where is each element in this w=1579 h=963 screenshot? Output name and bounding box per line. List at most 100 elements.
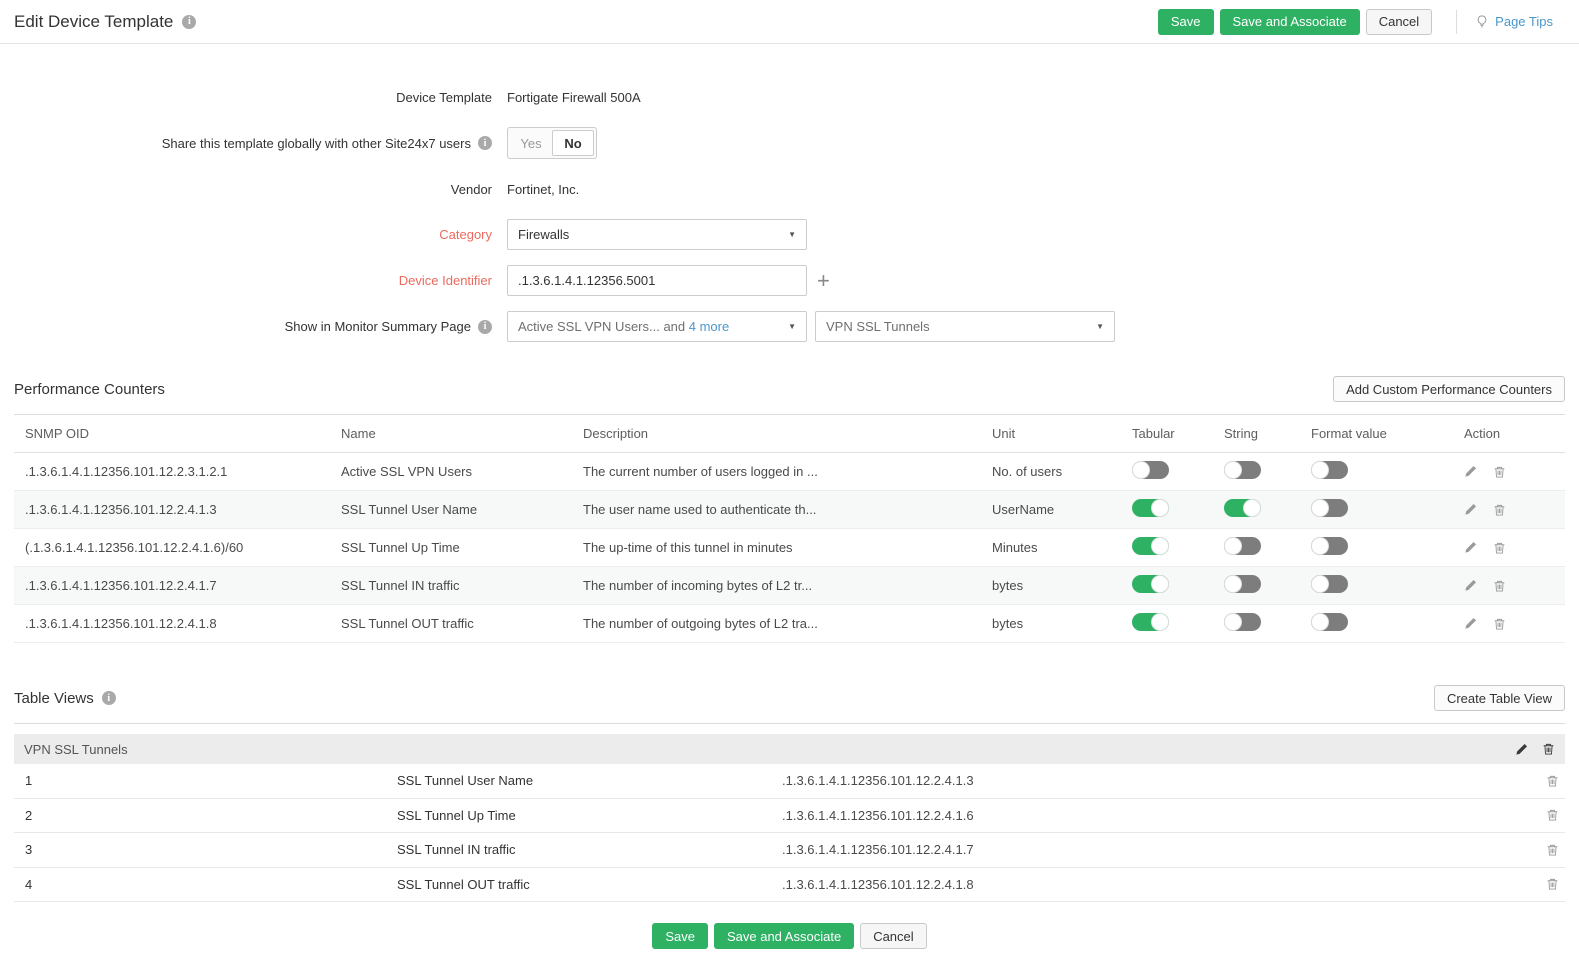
tabular-toggle[interactable] — [1132, 613, 1169, 631]
chevron-down-icon: ▼ — [1096, 322, 1104, 331]
chevron-down-icon: ▼ — [788, 322, 796, 331]
order-cell: 3 — [14, 842, 397, 857]
summary-counters-select[interactable]: Active SSL VPN Users... and 4 more ▼ — [507, 311, 807, 342]
counter-name-cell: SSL Tunnel IN traffic — [397, 842, 782, 857]
delete-icon[interactable] — [1546, 774, 1559, 788]
string-toggle[interactable] — [1224, 575, 1261, 593]
table-view-group-name: VPN SSL Tunnels — [24, 742, 128, 757]
name-cell: SSL Tunnel IN traffic — [341, 578, 583, 593]
vendor-value: Fortinet, Inc. — [507, 182, 579, 197]
delete-table-view-icon[interactable] — [1542, 742, 1555, 756]
share-template-label: Share this template globally with other … — [162, 136, 471, 151]
page-tips-link[interactable]: Page Tips — [1475, 14, 1553, 29]
delete-icon[interactable] — [1546, 843, 1559, 857]
format-value-toggle[interactable] — [1311, 461, 1348, 479]
format-value-toggle[interactable] — [1311, 499, 1348, 517]
delete-icon[interactable] — [1493, 541, 1506, 555]
delete-icon[interactable] — [1493, 579, 1506, 593]
save-button[interactable]: Save — [1158, 9, 1214, 35]
delete-icon[interactable] — [1493, 503, 1506, 517]
string-toggle[interactable] — [1224, 537, 1261, 555]
edit-icon[interactable] — [1464, 465, 1477, 479]
summary-counters-value: Active SSL VPN Users... and — [518, 319, 689, 334]
table-row: .1.3.6.1.4.1.12356.101.12.2.4.1.7 SSL Tu… — [14, 567, 1565, 605]
footer-actions: Save Save and Associate Cancel — [0, 923, 1579, 949]
description-cell: The number of outgoing bytes of L2 tra..… — [583, 616, 992, 631]
order-cell: 1 — [14, 773, 397, 788]
oid-cell: .1.3.6.1.4.1.12356.101.12.2.4.1.7 — [782, 842, 1525, 857]
vendor-row: Vendor Fortinet, Inc. — [0, 174, 1579, 204]
monitor-summary-label: Show in Monitor Summary Page — [285, 319, 471, 334]
more-counters-link[interactable]: 4 more — [689, 319, 729, 334]
format-value-toggle[interactable] — [1311, 537, 1348, 555]
share-template-row: Share this template globally with other … — [0, 127, 1579, 159]
tabular-toggle[interactable] — [1132, 499, 1169, 517]
oid-cell: .1.3.6.1.4.1.12356.101.12.2.4.1.3 — [782, 773, 1525, 788]
edit-icon[interactable] — [1464, 617, 1477, 631]
description-cell: The number of incoming bytes of L2 tr... — [583, 578, 992, 593]
delete-icon[interactable] — [1493, 465, 1506, 479]
edit-table-view-icon[interactable] — [1515, 742, 1528, 756]
table-row: 2 SSL Tunnel Up Time .1.3.6.1.4.1.12356.… — [14, 799, 1565, 834]
table-row: (.1.3.6.1.4.1.12356.101.12.2.4.1.6)/60 S… — [14, 529, 1565, 567]
description-cell: The user name used to authenticate th... — [583, 502, 992, 517]
snmp-oid-cell: .1.3.6.1.4.1.12356.101.12.2.4.1.7 — [14, 578, 341, 593]
string-toggle[interactable] — [1224, 613, 1261, 631]
column-header-snmp-oid: SNMP OID — [14, 426, 341, 441]
table-row: 3 SSL Tunnel IN traffic .1.3.6.1.4.1.123… — [14, 833, 1565, 868]
save-button[interactable]: Save — [652, 923, 708, 949]
info-icon[interactable]: i — [478, 320, 492, 334]
delete-icon[interactable] — [1493, 617, 1506, 631]
string-toggle[interactable] — [1224, 499, 1261, 517]
format-value-toggle[interactable] — [1311, 575, 1348, 593]
edit-icon[interactable] — [1464, 541, 1477, 555]
share-no-option[interactable]: No — [552, 130, 594, 156]
table-row: 1 SSL Tunnel User Name .1.3.6.1.4.1.1235… — [14, 764, 1565, 799]
delete-icon[interactable] — [1546, 808, 1559, 822]
edit-icon[interactable] — [1464, 579, 1477, 593]
add-custom-performance-counters-button[interactable]: Add Custom Performance Counters — [1333, 376, 1565, 402]
save-and-associate-button[interactable]: Save and Associate — [1220, 9, 1360, 35]
column-header-format-value: Format value — [1311, 426, 1454, 441]
save-and-associate-button[interactable]: Save and Associate — [714, 923, 854, 949]
tabular-toggle[interactable] — [1132, 461, 1169, 479]
description-cell: The current number of users logged in ..… — [583, 464, 992, 479]
table-view-group-header: VPN SSL Tunnels — [14, 734, 1565, 764]
snmp-oid-cell: .1.3.6.1.4.1.12356.101.12.2.4.1.8 — [14, 616, 341, 631]
unit-cell: bytes — [992, 616, 1132, 631]
info-icon[interactable]: i — [182, 15, 196, 29]
table-view-rows: 1 SSL Tunnel User Name .1.3.6.1.4.1.1235… — [0, 764, 1579, 902]
table-row: .1.3.6.1.4.1.12356.101.12.2.4.1.8 SSL Tu… — [14, 605, 1565, 643]
category-select[interactable]: Firewalls ▼ — [507, 219, 807, 250]
tabular-toggle[interactable] — [1132, 537, 1169, 555]
order-cell: 2 — [14, 808, 397, 823]
create-table-view-button[interactable]: Create Table View — [1434, 685, 1565, 711]
table-views-section: Table Views i Create Table View VPN SSL … — [0, 685, 1579, 902]
name-cell: SSL Tunnel OUT traffic — [341, 616, 583, 631]
summary-tableview-select[interactable]: VPN SSL Tunnels ▼ — [815, 311, 1115, 342]
add-identifier-icon[interactable]: + — [817, 270, 830, 292]
info-icon[interactable]: i — [478, 136, 492, 150]
cancel-button[interactable]: Cancel — [860, 923, 926, 949]
oid-cell: .1.3.6.1.4.1.12356.101.12.2.4.1.8 — [782, 877, 1525, 892]
delete-icon[interactable] — [1546, 877, 1559, 891]
tabular-toggle[interactable] — [1132, 575, 1169, 593]
format-value-toggle[interactable] — [1311, 613, 1348, 631]
page-title: Edit Device Template — [14, 12, 173, 32]
lightbulb-icon — [1475, 14, 1489, 29]
device-template-row: Device Template Fortigate Firewall 500A — [0, 82, 1579, 112]
performance-counters-section: Performance Counters Add Custom Performa… — [0, 376, 1579, 643]
string-toggle[interactable] — [1224, 461, 1261, 479]
name-cell: SSL Tunnel User Name — [341, 502, 583, 517]
performance-counters-table: SNMP OID Name Description Unit Tabular S… — [14, 414, 1565, 643]
chevron-down-icon: ▼ — [788, 230, 796, 239]
cancel-button[interactable]: Cancel — [1366, 9, 1432, 35]
table-row: .1.3.6.1.4.1.12356.101.12.2.3.1.2.1 Acti… — [14, 453, 1565, 491]
edit-icon[interactable] — [1464, 503, 1477, 517]
divider — [1456, 10, 1457, 34]
column-header-tabular: Tabular — [1132, 426, 1224, 441]
device-identifier-input[interactable] — [507, 265, 807, 296]
info-icon[interactable]: i — [102, 691, 116, 705]
snmp-oid-cell: .1.3.6.1.4.1.12356.101.12.2.3.1.2.1 — [14, 464, 341, 479]
share-yes-option[interactable]: Yes — [510, 130, 552, 156]
